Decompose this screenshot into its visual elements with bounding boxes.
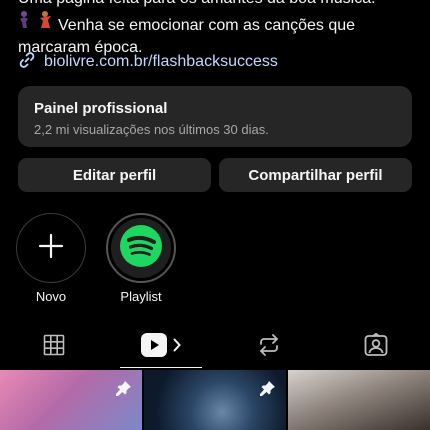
share-profile-button[interactable]: Compartilhar perfil xyxy=(219,158,412,192)
professional-dashboard[interactable]: Painel profissional 2,2 mi visualizações… xyxy=(18,86,412,147)
bio-link-text[interactable]: biolivre.com.br/flashbacksuccess xyxy=(44,53,278,71)
reel-thumbnail[interactable] xyxy=(0,370,142,430)
highlight-new-label: Novo xyxy=(35,289,67,304)
dancers-emoji-icon xyxy=(18,10,58,37)
plus-icon xyxy=(38,233,64,264)
reels-grid xyxy=(0,370,430,430)
highlight-playlist-label: Playlist xyxy=(120,289,162,304)
bio-link[interactable]: biolivre.com.br/flashbacksuccess xyxy=(18,51,278,74)
professional-dashboard-subtitle: 2,2 mi visualizações nos últimos 30 dias… xyxy=(34,122,269,137)
tab-reels[interactable] xyxy=(108,326,216,368)
spotify-icon xyxy=(119,224,163,273)
tab-reposts[interactable] xyxy=(215,326,323,368)
pin-icon xyxy=(260,380,276,401)
grid-icon xyxy=(43,334,65,361)
play-icon xyxy=(141,332,168,362)
professional-dashboard-title: Painel profissional xyxy=(34,100,168,117)
bio-line-2: Venha se emocionar com as canções que xyxy=(58,17,356,34)
story-highlights: Novo Playlist xyxy=(16,213,176,304)
tab-tagged[interactable] xyxy=(323,326,430,368)
repost-icon xyxy=(258,333,280,362)
tab-grid[interactable] xyxy=(0,326,108,368)
link-icon xyxy=(18,51,36,74)
bio-line-1: Uma página feita para os amantes da boa … xyxy=(18,0,418,10)
reel-thumbnail[interactable] xyxy=(144,370,286,430)
bio-text: Uma página feita para os amantes da boa … xyxy=(18,0,418,59)
chevron-right-icon xyxy=(173,338,182,357)
profile-actions: Editar perfil Compartilhar perfil xyxy=(18,158,412,192)
tagged-user-icon xyxy=(364,332,388,362)
pin-icon xyxy=(116,380,132,401)
edit-profile-button[interactable]: Editar perfil xyxy=(18,158,211,192)
reel-thumbnail[interactable] xyxy=(288,370,430,430)
profile-tabs xyxy=(0,326,430,368)
highlight-playlist[interactable]: Playlist xyxy=(106,213,176,304)
highlight-new[interactable]: Novo xyxy=(16,213,86,304)
